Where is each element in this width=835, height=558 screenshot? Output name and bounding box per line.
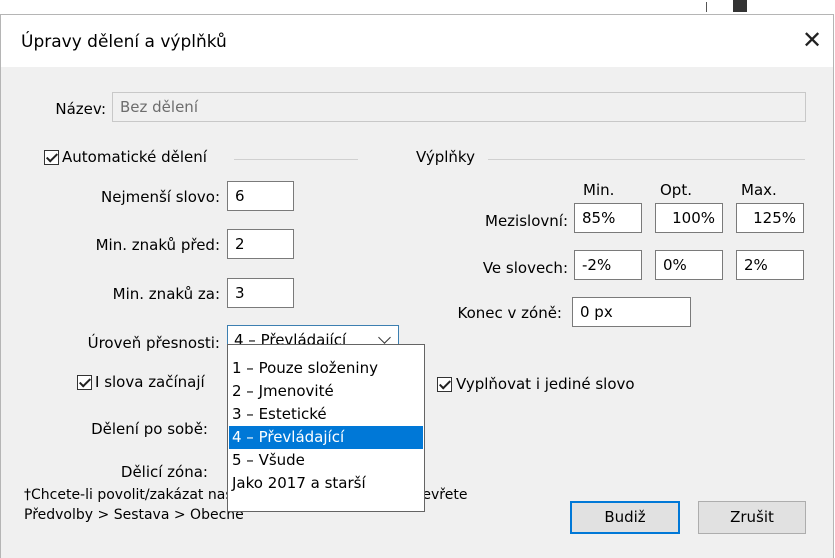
smallest-word-label: Nejmenší slovo: bbox=[101, 188, 220, 206]
consecutive-hyphens-label: Dělení po sobě: bbox=[91, 420, 208, 438]
flush-zone-field[interactable]: 0 px bbox=[572, 297, 691, 327]
smallest-word-field[interactable]: 6 bbox=[227, 181, 294, 211]
letter-spacing-label: Ve slovech: bbox=[482, 259, 568, 277]
column-opt-header: Opt. bbox=[660, 181, 692, 199]
hyphenation-zone-label: Dělicí zóna: bbox=[120, 463, 208, 481]
accuracy-label: Úroveň přesnosti: bbox=[87, 334, 220, 352]
min-before-label: Min. znaků před: bbox=[95, 236, 220, 254]
min-before-field[interactable]: 2 bbox=[227, 229, 294, 259]
column-max-header: Max. bbox=[741, 181, 777, 199]
min-after-field[interactable]: 3 bbox=[227, 278, 294, 308]
letter-spacing-min-field[interactable]: -2% bbox=[574, 250, 642, 280]
single-word-justify-checkbox[interactable] bbox=[437, 377, 452, 392]
accuracy-dropdown-list: 1 – Pouze složeniny 2 – Jmenovité 3 – Es… bbox=[227, 344, 425, 512]
accuracy-option-4-selected[interactable]: 4 – Převládající bbox=[229, 426, 423, 449]
ok-button[interactable]: Budiž bbox=[570, 501, 680, 534]
accuracy-option-legacy[interactable]: Jako 2017 a starší bbox=[229, 472, 423, 495]
name-field[interactable]: Bez dělení bbox=[112, 92, 806, 122]
group-separator bbox=[488, 159, 805, 160]
capitalized-words-checkbox[interactable] bbox=[77, 375, 92, 390]
name-label: Název: bbox=[55, 100, 106, 118]
flush-zone-label: Konec v zóně: bbox=[457, 304, 562, 322]
column-min-header: Min. bbox=[583, 181, 615, 199]
accuracy-option-2[interactable]: 2 – Jmenovité bbox=[229, 380, 423, 403]
word-spacing-label: Mezislovní: bbox=[485, 212, 568, 230]
chevron-down-icon bbox=[378, 331, 391, 344]
accuracy-option-3[interactable]: 3 – Estetické bbox=[229, 403, 423, 426]
cancel-button[interactable]: Zrušit bbox=[698, 501, 806, 534]
dialog-title: Úpravy dělení a výplňků bbox=[21, 32, 227, 52]
accuracy-option-5[interactable]: 5 – Všude bbox=[229, 449, 423, 472]
background-divider bbox=[706, 2, 707, 12]
single-word-justify-label: Vyplňovat i jediné slovo bbox=[456, 375, 635, 393]
close-icon[interactable]: ✕ bbox=[797, 25, 827, 55]
group-separator bbox=[234, 159, 358, 160]
capitalized-words-label: I slova začínají bbox=[95, 373, 205, 391]
letter-spacing-max-field[interactable]: 2% bbox=[736, 250, 804, 280]
auto-hyphenation-label: Automatické dělení bbox=[62, 148, 207, 166]
background-icon bbox=[733, 0, 747, 12]
background-window-strip bbox=[0, 0, 835, 14]
word-spacing-max-field[interactable]: 125% bbox=[736, 203, 804, 233]
title-bar[interactable]: Úpravy dělení a výplňků ✕ bbox=[1, 15, 833, 67]
justification-section-label: Výplňky bbox=[416, 148, 475, 166]
accuracy-option-1[interactable]: 1 – Pouze složeniny bbox=[229, 357, 423, 380]
word-spacing-opt-field[interactable]: 100% bbox=[655, 203, 723, 233]
letter-spacing-opt-field[interactable]: 0% bbox=[655, 250, 723, 280]
word-spacing-min-field[interactable]: 85% bbox=[574, 203, 642, 233]
auto-hyphenation-checkbox[interactable] bbox=[44, 150, 59, 165]
min-after-label: Min. znaků za: bbox=[112, 285, 220, 303]
